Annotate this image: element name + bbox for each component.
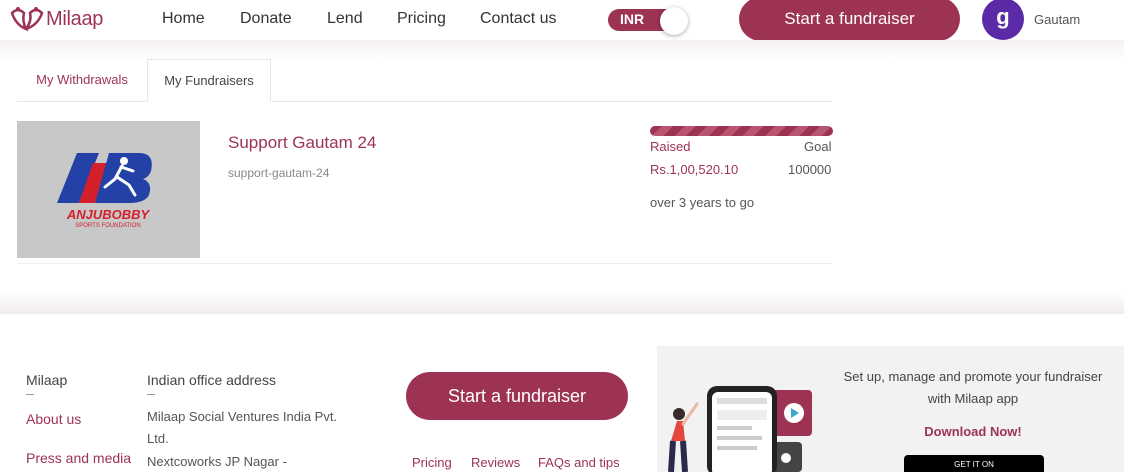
nav-lend[interactable]: Lend <box>327 10 363 28</box>
footer-link-reviews[interactable]: Reviews <box>471 455 520 470</box>
section-shadow <box>0 292 1124 314</box>
divider <box>26 394 34 395</box>
google-play-badge[interactable]: GET IT ON <box>904 455 1044 472</box>
fundraiser-title[interactable]: Support Gautam 24 <box>228 133 376 153</box>
nav-home[interactable]: Home <box>162 10 205 28</box>
divider <box>17 263 832 264</box>
goal-label: Goal <box>804 139 832 154</box>
avatar[interactable]: g <box>982 0 1024 40</box>
footer-col-title-milaap: Milaap <box>26 372 68 388</box>
logo-sub-text: SPORTS FOUNDATION <box>75 223 140 229</box>
address-line: Ltd. <box>147 431 169 446</box>
tab-my-fundraisers[interactable]: My Fundraisers <box>147 59 271 102</box>
play-badge-text: GET IT ON <box>954 460 994 469</box>
start-fundraiser-button[interactable]: Start a fundraiser <box>739 0 960 41</box>
footer-link-faqs[interactable]: FAQs and tips <box>538 455 620 470</box>
footer-link-about-us[interactable]: About us <box>26 411 81 427</box>
currency-toggle[interactable]: INR <box>608 7 688 35</box>
goal-value: 100000 <box>788 162 832 177</box>
top-navbar: Milaap Home Donate Lend Pricing Contact … <box>0 0 1124 41</box>
milaap-logo-icon <box>10 7 44 32</box>
nav-contact-us[interactable]: Contact us <box>480 10 556 28</box>
time-left: over 3 years to go <box>650 195 755 210</box>
footer-link-press-media[interactable]: Press and media <box>26 450 131 466</box>
nav-pricing[interactable]: Pricing <box>397 10 446 28</box>
username[interactable]: Gautam <box>1034 12 1080 27</box>
toggle-knob <box>660 7 688 35</box>
footer-col-title-address: Indian office address <box>147 372 276 388</box>
fundraiser-thumbnail[interactable]: ANJUBOBBY SPORTS FOUNDATION <box>17 121 200 258</box>
footer-start-fundraiser-button[interactable]: Start a fundraiser <box>406 372 628 420</box>
footer-link-pricing[interactable]: Pricing <box>412 455 452 470</box>
address-line: Milaap Social Ventures India Pvt. <box>147 409 338 424</box>
brand-name: Milaap <box>46 7 104 30</box>
fundraiser-tabs: My Withdrawals My Fundraisers <box>17 59 832 102</box>
currency-label: INR <box>620 11 645 27</box>
anjubobby-logo-icon: ANJUBOBBY SPORTS FOUNDATION <box>57 153 152 229</box>
logo-main-text: ANJUBOBBY <box>66 207 151 222</box>
header-shadow <box>0 40 1124 60</box>
raised-value: Rs.1,00,520.10 <box>650 162 739 177</box>
divider <box>147 394 155 395</box>
nav-donate[interactable]: Donate <box>240 10 292 28</box>
address-line: Nextcoworks JP Nagar - <box>147 454 287 469</box>
fundraiser-slug: support-gautam-24 <box>228 166 330 180</box>
raised-label: Raised <box>650 139 691 154</box>
tab-my-withdrawals[interactable]: My Withdrawals <box>17 59 147 102</box>
progress-bar <box>650 126 833 136</box>
app-promo-text: Set up, manage and promote your fundrais… <box>843 369 1103 406</box>
download-now-link[interactable]: Download Now! <box>840 424 1106 439</box>
phone-illustration-icon <box>668 386 812 472</box>
milaap-logo[interactable]: Milaap <box>8 5 103 33</box>
